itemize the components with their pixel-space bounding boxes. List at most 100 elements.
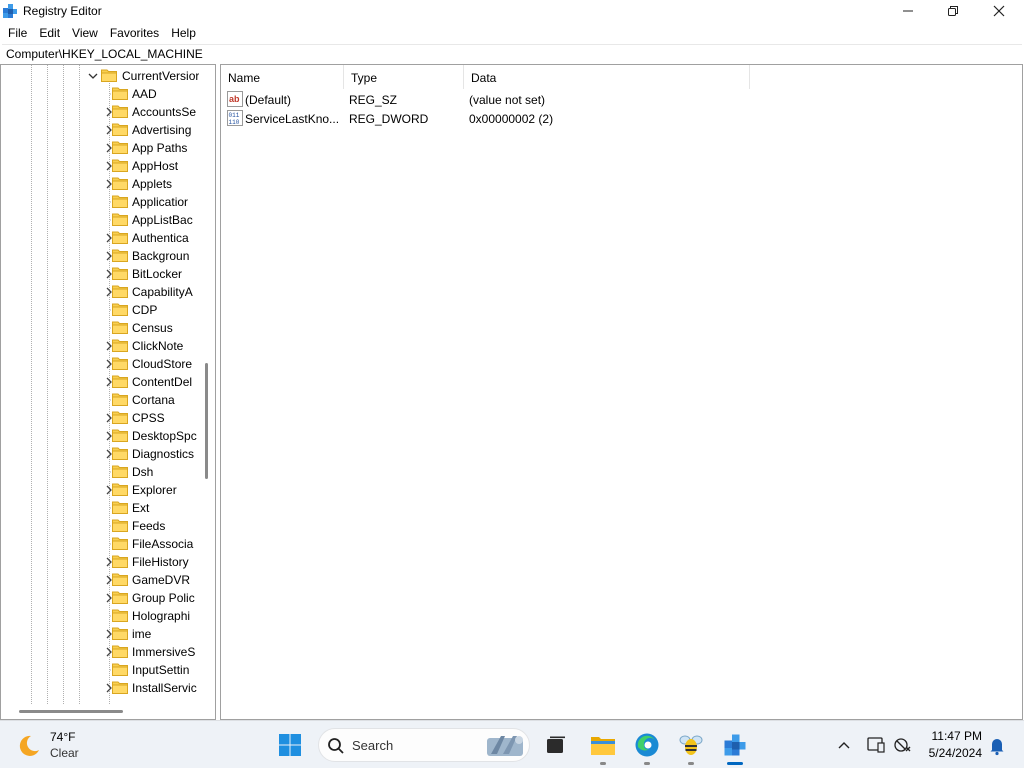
address-path[interactable]: Computer\HKEY_LOCAL_MACHINE (6, 47, 203, 61)
menu-favorites[interactable]: Favorites (104, 23, 165, 43)
scrollbar-thumb[interactable] (19, 710, 123, 713)
tree-item[interactable]: Ext (103, 499, 199, 517)
network-off-icon (894, 738, 911, 752)
tree-item-currentversion[interactable]: CurrentVersior (87, 67, 199, 85)
column-header-name[interactable]: Name (221, 65, 344, 89)
folder-icon (112, 519, 128, 532)
folder-icon (112, 429, 128, 442)
tree-item[interactable]: Dsh (103, 463, 199, 481)
search-icon (328, 738, 344, 754)
tree-item[interactable]: AccountsSe (103, 103, 199, 121)
address-bar[interactable]: Computer\HKEY_LOCAL_MACHINE (2, 44, 1022, 63)
maximize-button[interactable] (930, 0, 976, 22)
tree-item[interactable]: DesktopSpc (103, 427, 199, 445)
tree-item[interactable]: ClickNote (103, 337, 199, 355)
tree-item[interactable]: Applicatior (103, 193, 199, 211)
tree-item[interactable]: CPSS (103, 409, 199, 427)
tree-item-label: FileHistory (132, 555, 189, 569)
tree-item[interactable]: Holographi (103, 607, 199, 625)
weather-widget[interactable]: 74°F Clear (16, 729, 106, 761)
edge-button[interactable] (631, 729, 663, 761)
title-bar: Registry Editor (0, 0, 1024, 22)
running-indicator (688, 762, 694, 765)
values-list-pane[interactable]: Name Type Data ab (Default) REG_SZ (valu… (220, 64, 1023, 720)
folder-icon (112, 123, 128, 136)
tree-item[interactable]: Diagnostics (103, 445, 199, 463)
tree-item[interactable]: Advertising (103, 121, 199, 139)
tree-item[interactable]: InstallServic (103, 679, 199, 697)
device-tray-button[interactable] (866, 729, 886, 764)
folder-icon (112, 555, 128, 568)
tree-item[interactable]: Backgroun (103, 247, 199, 265)
taskbar-search-box[interactable]: Search (318, 728, 530, 762)
show-hidden-icons-button[interactable] (836, 729, 852, 764)
menu-edit[interactable]: Edit (33, 23, 66, 43)
menu-help[interactable]: Help (165, 23, 202, 43)
folder-icon (112, 249, 128, 262)
column-header-type[interactable]: Type (344, 65, 464, 89)
tree-item[interactable]: AppHost (103, 157, 199, 175)
tree-item[interactable]: FileHistory (103, 553, 199, 571)
start-icon (279, 734, 301, 756)
tree-item-label: Applicatior (132, 195, 189, 209)
value-row[interactable]: 011 110 ServiceLastKno... REG_DWORD 0x00… (221, 109, 750, 128)
minimize-button[interactable] (885, 0, 931, 22)
tree-item[interactable]: Census (103, 319, 199, 337)
value-name: (Default) (245, 93, 292, 107)
folder-icon (112, 105, 128, 118)
tree-item[interactable]: Applets (103, 175, 199, 193)
close-button[interactable] (976, 0, 1022, 22)
tree-item[interactable]: Cortana (103, 391, 199, 409)
edge-icon (635, 733, 659, 757)
tree-item-label: DesktopSpc (132, 429, 197, 443)
notifications-button[interactable] (988, 729, 1006, 764)
menu-view[interactable]: View (66, 23, 104, 43)
tree-item[interactable]: CDP (103, 301, 199, 319)
start-button[interactable] (274, 729, 306, 761)
network-tray-button[interactable] (892, 729, 912, 764)
tree-item[interactable]: InputSettin (103, 661, 199, 679)
clock-time[interactable]: 11:47 PM (926, 729, 982, 743)
tree-item-label: Feeds (132, 519, 166, 533)
folder-icon (101, 69, 117, 82)
tree-item-label: CDP (132, 303, 158, 317)
tree-item[interactable]: BitLocker (103, 265, 199, 283)
tree-item[interactable]: CapabilityA (103, 283, 199, 301)
tree-item[interactable]: Explorer (103, 481, 199, 499)
tree-horizontal-scrollbar[interactable] (1, 705, 215, 719)
clock-date[interactable]: 5/24/2024 (922, 746, 982, 760)
tree-item[interactable]: FileAssocia (103, 535, 199, 553)
tree-item-label: CloudStore (132, 357, 193, 371)
column-header-data[interactable]: Data (464, 65, 750, 89)
running-indicator (644, 762, 650, 765)
menu-file[interactable]: File (0, 23, 33, 43)
tree-item[interactable]: AppListBac (103, 211, 199, 229)
taskbar: 74°F Clear Search 11:47 PM 5/24/2024 (0, 720, 1024, 768)
tree-vertical-scrollbar[interactable] (202, 65, 212, 705)
folder-icon (112, 87, 128, 100)
weather-temperature: 74°F (50, 730, 76, 744)
chevron-down-icon[interactable] (87, 70, 99, 82)
value-row[interactable]: ab (Default) REG_SZ (value not set) (221, 90, 750, 109)
registry-editor-taskbar-button[interactable] (719, 729, 751, 761)
tree-item-label: CPSS (132, 411, 165, 425)
key-tree-pane[interactable]: CurrentVersior AAD AccountsSe Advertising A… (0, 64, 216, 720)
tree-item[interactable]: ImmersiveS (103, 643, 199, 661)
tree-item[interactable]: App Paths (103, 139, 199, 157)
scrollbar-thumb[interactable] (205, 363, 208, 479)
tree-item[interactable]: CloudStore (103, 355, 199, 373)
tree-item[interactable]: ime (103, 625, 199, 643)
tree-item[interactable]: ContentDel (103, 373, 199, 391)
tree-item[interactable]: Feeds (103, 517, 199, 535)
tree-item[interactable]: AAD (103, 85, 199, 103)
file-explorer-button[interactable] (587, 729, 619, 761)
tree-item-label: ContentDel (132, 375, 193, 389)
tree-item-label: App Paths (132, 141, 188, 155)
tree-item[interactable]: Group Polic (103, 589, 199, 607)
task-view-button[interactable] (540, 729, 572, 761)
running-indicator (600, 762, 606, 765)
folder-icon (112, 609, 128, 622)
tree-item[interactable]: Authentica (103, 229, 199, 247)
bee-app-button[interactable] (675, 729, 707, 761)
tree-item[interactable]: GameDVR (103, 571, 199, 589)
